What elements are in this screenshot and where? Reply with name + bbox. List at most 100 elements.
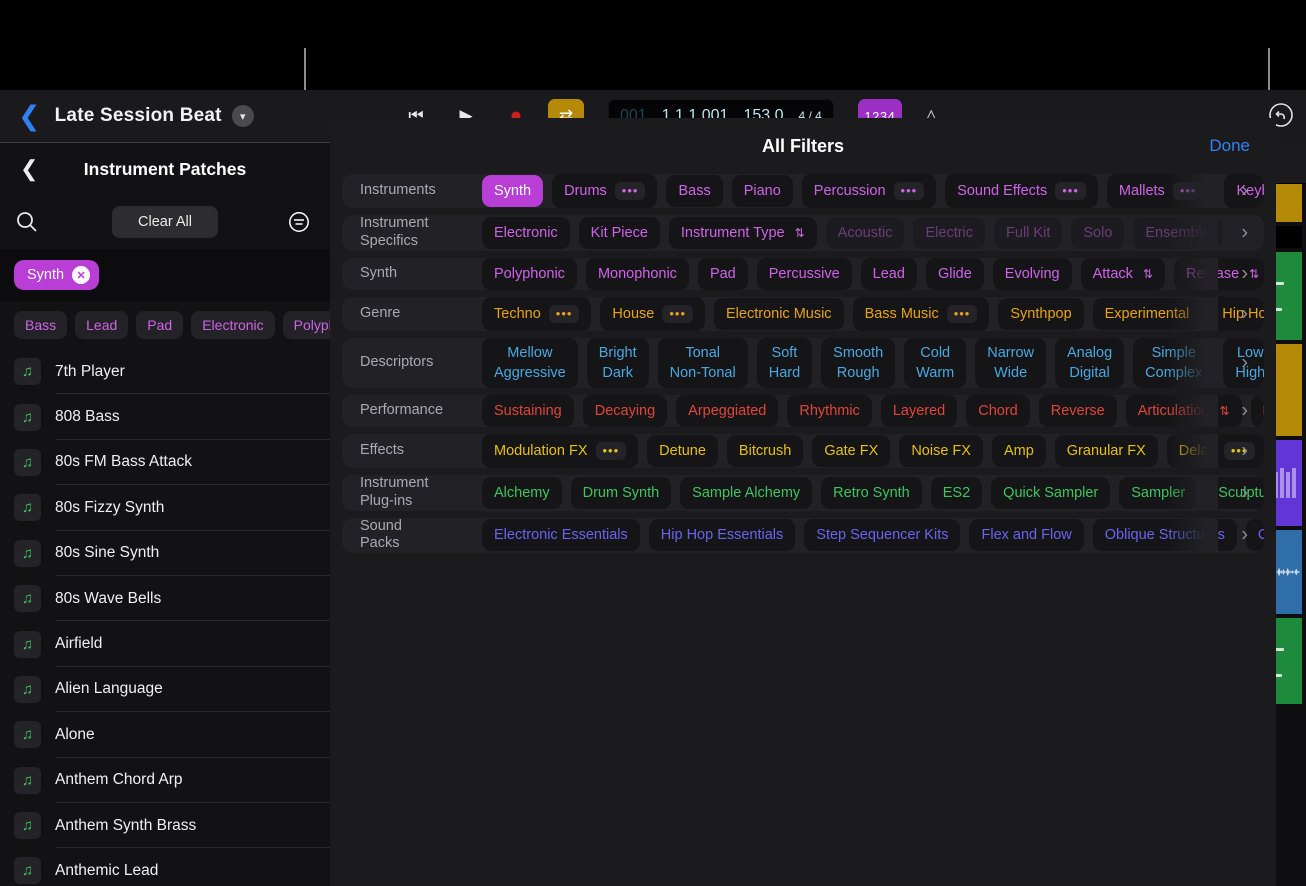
filter-chip[interactable]: Glide (926, 258, 984, 290)
filter-chip[interactable]: Sculpture (1206, 477, 1264, 509)
chevron-right-icon[interactable]: › (1241, 440, 1248, 463)
filter-chip[interactable]: Electronic (482, 217, 570, 249)
filter-chip[interactable]: Bass Music••• (853, 297, 990, 331)
back-chevron-icon[interactable]: ❮ (18, 103, 41, 130)
filter-chip[interactable]: Step Sequencer Kits (804, 519, 960, 551)
more-options-icon[interactable]: ••• (947, 305, 978, 323)
filter-chip[interactable]: SoftHard (757, 338, 812, 388)
filter-chip[interactable]: SmoothRough (821, 338, 895, 388)
filter-chip[interactable]: Kit Piece (579, 217, 660, 249)
filter-chip[interactable]: Modulation FX••• (482, 434, 638, 468)
more-options-icon[interactable]: ••• (596, 442, 627, 460)
filter-chip[interactable]: NarrowWide (975, 338, 1046, 388)
chevron-right-icon[interactable]: › (1241, 221, 1248, 244)
chevron-right-icon[interactable]: › (1241, 481, 1248, 504)
filter-chip[interactable]: Percussive (757, 258, 852, 290)
filter-chip[interactable]: ES2 (931, 477, 982, 509)
more-options-icon[interactable]: ••• (615, 182, 646, 200)
filter-chip[interactable]: Layered (881, 395, 957, 427)
filter-chip[interactable]: Delay••• (1167, 434, 1264, 468)
filter-chip[interactable]: Granular FX (1055, 435, 1158, 467)
filter-chip[interactable]: Polyphonic (482, 258, 577, 290)
filter-chip[interactable]: Retro Synth (821, 477, 922, 509)
more-options-icon[interactable]: ••• (549, 305, 580, 323)
chevron-right-icon[interactable]: › (1241, 262, 1248, 285)
filter-chip[interactable]: ColdWarm (904, 338, 966, 388)
chevron-right-icon[interactable]: › (1241, 399, 1248, 422)
filter-chip[interactable]: Evolving (993, 258, 1072, 290)
filter-chip[interactable]: Electronic Essentials (482, 519, 640, 551)
filter-chip[interactable]: Oblique Structures (1093, 519, 1237, 551)
filter-chip[interactable]: Amp (992, 435, 1046, 467)
filter-chip[interactable]: Lead (861, 258, 917, 290)
more-options-icon[interactable]: ••• (1224, 442, 1255, 460)
list-item[interactable]: ♫Alone (0, 712, 330, 757)
filter-chip[interactable]: SimpleComplex (1133, 338, 1214, 388)
filter-chip[interactable]: TonalNon-Tonal (658, 338, 748, 388)
patch-list[interactable]: ♫7th Player♫808 Bass♫80s FM Bass Attack♫… (0, 349, 330, 886)
list-item[interactable]: ♫808 Bass (0, 394, 330, 439)
filter-icon[interactable] (288, 211, 310, 233)
list-item[interactable]: ♫Anthem Chord Arp (0, 758, 330, 803)
filter-chip[interactable]: BrightDark (587, 338, 649, 388)
filter-chip[interactable]: Quick Sampler (991, 477, 1110, 509)
filter-chip[interactable]: Acoustic (826, 217, 905, 249)
filter-chip[interactable]: Full Kit (994, 217, 1062, 249)
filter-chip[interactable]: Synth (482, 175, 543, 207)
filter-chip[interactable]: Release⇅ (1174, 258, 1264, 290)
filter-chip[interactable]: Noise FX (899, 435, 983, 467)
suggested-filter-chip[interactable]: Lead (75, 311, 128, 339)
filter-chip[interactable]: Chord (966, 395, 1030, 427)
list-item[interactable]: ♫80s FM Bass Attack (0, 440, 330, 485)
filter-chip[interactable]: MellowAggressive (482, 338, 578, 388)
list-item[interactable]: ♫Anthem Synth Brass (0, 803, 330, 848)
filter-chip[interactable]: Techno••• (482, 297, 591, 331)
list-item[interactable]: ♫7th Player (0, 349, 330, 394)
filter-chip[interactable]: Solo (1071, 217, 1124, 249)
suggested-filter-chip[interactable]: Polyphonic (283, 311, 330, 339)
list-item[interactable]: ♫80s Wave Bells (0, 576, 330, 621)
filter-chip[interactable]: Sound Effects••• (945, 174, 1098, 208)
filter-chip[interactable]: Sample Alchemy (680, 477, 812, 509)
filter-chip[interactable]: Electric (913, 217, 985, 249)
filter-chip[interactable]: Articulation⇅ (1126, 395, 1242, 427)
active-filter-token[interactable]: Synth ✕ (14, 260, 99, 290)
filter-chip[interactable]: Monophonic (586, 258, 689, 290)
filter-chip[interactable]: Electronic Music (714, 298, 844, 330)
list-item[interactable]: ♫80s Fizzy Synth (0, 485, 330, 530)
filter-chip[interactable]: Bass (666, 175, 722, 207)
list-item[interactable]: ♫80s Sine Synth (0, 531, 330, 576)
filter-chip[interactable]: Sampler (1119, 477, 1197, 509)
stepper-icon[interactable]: ⇅ (1143, 267, 1153, 281)
more-options-icon[interactable]: ••• (662, 305, 693, 323)
done-button[interactable]: Done (1209, 136, 1250, 156)
chevron-right-icon[interactable]: › (1241, 302, 1248, 325)
filter-chip[interactable]: Bitcrush (727, 435, 803, 467)
filter-chip[interactable]: Experimental (1093, 298, 1202, 330)
more-options-icon[interactable]: ••• (1173, 182, 1204, 200)
stepper-icon[interactable]: ⇅ (1219, 404, 1229, 418)
more-options-icon[interactable]: ••• (894, 182, 925, 200)
filter-chip[interactable]: Attack⇅ (1081, 258, 1165, 290)
chevron-right-icon[interactable]: › (1241, 524, 1248, 547)
filter-chip[interactable]: Instrument Type⇅ (669, 217, 817, 249)
stepper-icon[interactable]: ⇅ (795, 226, 805, 240)
more-options-icon[interactable]: ••• (1055, 182, 1086, 200)
list-item[interactable]: ♫Alien Language (0, 667, 330, 712)
close-icon[interactable]: ✕ (72, 266, 90, 284)
filter-chip[interactable]: Alchemy (482, 477, 562, 509)
filter-chip[interactable]: Ensemble (1133, 217, 1221, 249)
sidebar-back-icon[interactable]: ❮ (20, 156, 38, 182)
filter-chip[interactable]: Drum Synth (571, 477, 672, 509)
filter-chip[interactable]: Sustaining (482, 395, 574, 427)
filter-chip[interactable]: Drums••• (552, 174, 657, 208)
suggested-filter-chip[interactable]: Pad (136, 311, 183, 339)
chevron-right-icon[interactable]: › (1241, 351, 1248, 374)
filter-chip[interactable]: Mallets••• (1107, 174, 1216, 208)
filter-chip[interactable]: Pad (698, 258, 748, 290)
filter-chip[interactable]: Rhythmic (787, 395, 871, 427)
stepper-icon[interactable]: ⇅ (1249, 267, 1259, 281)
filter-chip[interactable]: Decaying (583, 395, 667, 427)
filter-chip[interactable]: AnalogDigital (1055, 338, 1124, 388)
filter-chip[interactable]: Playing Style⇅ (1251, 395, 1264, 427)
